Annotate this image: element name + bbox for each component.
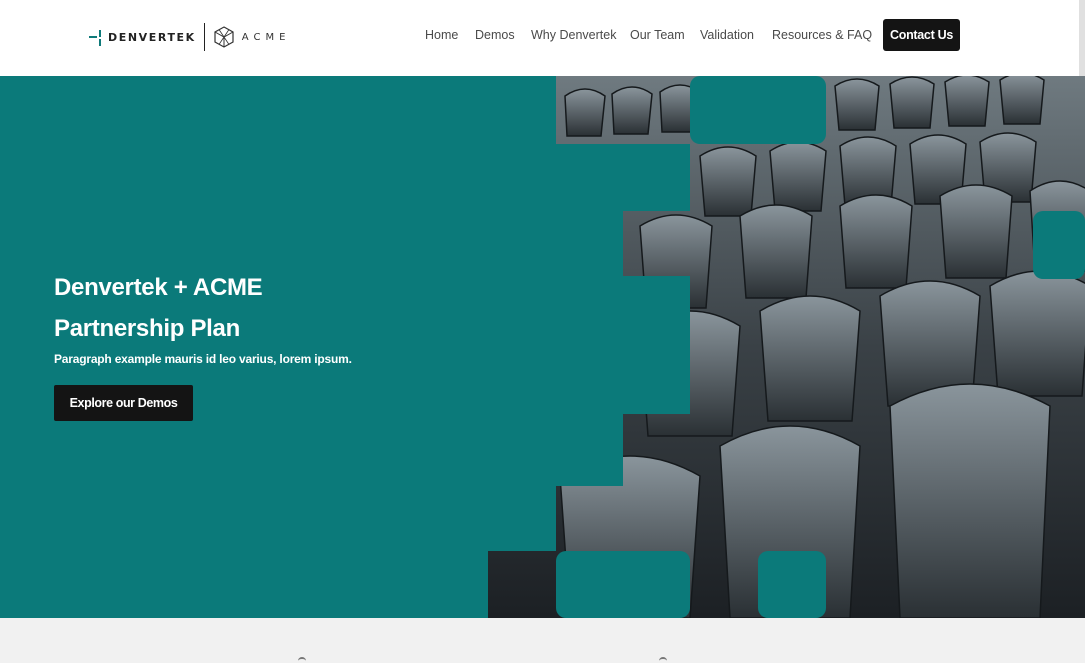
logo-divider: [203, 23, 205, 51]
denvertek-logo-icon: [88, 22, 104, 52]
site-header: DENVERTEK ACME Home Demos Why Denvertek …: [0, 0, 1085, 76]
acme-logo-icon: [214, 26, 234, 48]
hero-title: Denvertek + ACME Partnership Plan: [54, 267, 263, 349]
denvertek-wordmark: DENVERTEK: [108, 30, 196, 44]
nav-why-denvertek[interactable]: Why Denvertek: [531, 28, 616, 42]
nav-validation[interactable]: Validation: [700, 28, 754, 42]
section-icon: [659, 657, 667, 663]
hero-title-line-1: Denvertek + ACME: [54, 274, 263, 301]
hero-subtitle: Paragraph example mauris id leo varius, …: [54, 352, 352, 366]
next-section: [0, 618, 1085, 661]
chairs-photo: [488, 76, 1085, 618]
nav-home[interactable]: Home: [425, 28, 458, 42]
hero-title-line-2: Partnership Plan: [54, 315, 240, 342]
site-logo[interactable]: DENVERTEK ACME: [88, 22, 290, 52]
explore-demos-button[interactable]: Explore our Demos: [54, 385, 193, 421]
nav-our-team[interactable]: Our Team: [630, 28, 685, 42]
nav-resources-faq[interactable]: Resources & FAQ: [772, 28, 872, 42]
nav-demos[interactable]: Demos: [475, 28, 515, 42]
hero-section: Denvertek + ACME Partnership Plan Paragr…: [0, 76, 1085, 618]
scrollbar[interactable]: [1079, 0, 1085, 76]
section-icon: [298, 657, 306, 663]
contact-us-button[interactable]: Contact Us: [883, 19, 960, 51]
acme-wordmark: ACME: [241, 31, 291, 43]
